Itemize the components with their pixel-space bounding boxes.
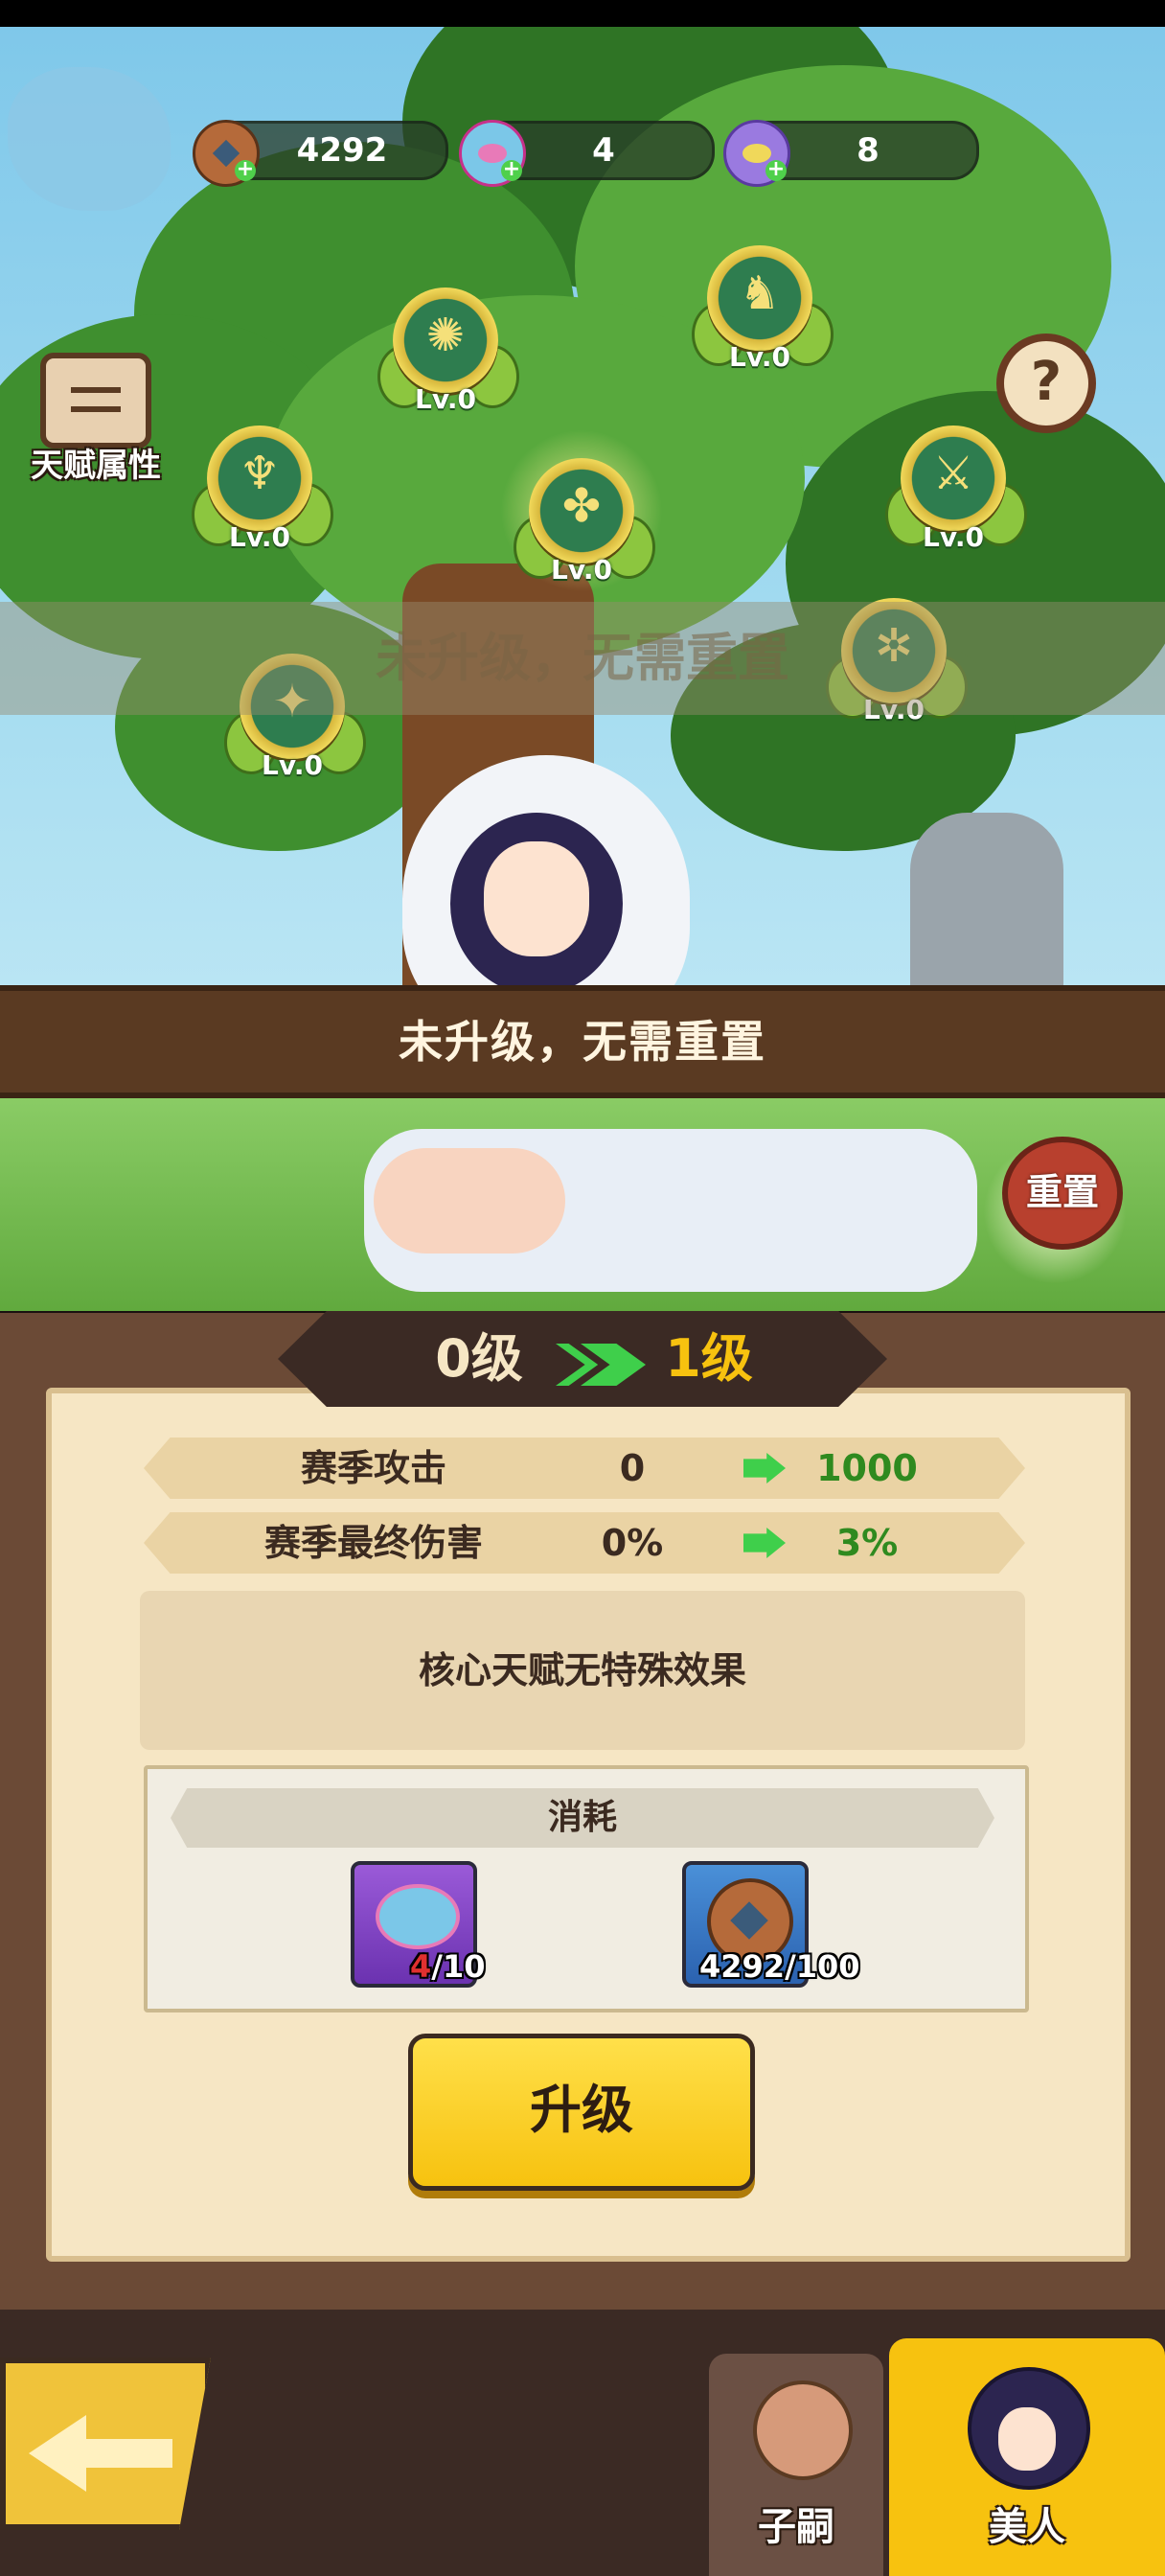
- beast-emblem-icon: ✺: [425, 309, 466, 362]
- talent-node-horse[interactable]: ♞ Lv.0: [692, 245, 834, 373]
- talent-node-level: Lv.0: [729, 341, 790, 373]
- talent-node-swords[interactable]: ⚔ Lv.0: [885, 426, 1027, 553]
- stat-next: 1000: [816, 1447, 918, 1489]
- toast-fading-text: 未升级，无需重置: [376, 628, 789, 688]
- effect-description: 核心天赋无特殊效果: [418, 1649, 746, 1691]
- resource-purple-butterfly-value: 8: [857, 131, 879, 170]
- add-icon[interactable]: +: [235, 159, 256, 181]
- talent-node-core[interactable]: ✤ Lv.0: [500, 429, 663, 592]
- resource-butterfly[interactable]: + 4: [459, 120, 715, 187]
- upgrade-button-label: 升级: [530, 2080, 633, 2140]
- baby-icon: [753, 2380, 853, 2480]
- bag-icon[interactable]: [8, 67, 171, 211]
- stat-current: 0: [619, 1447, 646, 1489]
- current-level: 0级: [435, 1328, 523, 1389]
- resource-coin[interactable]: + 4292: [193, 120, 448, 187]
- cost-title: 消耗: [547, 1798, 617, 1837]
- stat-next: 3%: [835, 1522, 899, 1564]
- help-button[interactable]: ?: [996, 334, 1096, 433]
- talent-node-top-left[interactable]: ✺ Lv.0: [377, 288, 519, 415]
- trident-icon: ♆: [239, 447, 281, 500]
- beauty-avatar-icon: [968, 2367, 1090, 2490]
- tab-heir-label: 子嗣: [758, 2505, 834, 2549]
- status-bar: [0, 0, 1165, 27]
- talent-node-level: Lv.0: [229, 521, 290, 553]
- cost-required: /100: [785, 1948, 860, 1985]
- cost-count: 4/10: [410, 1945, 485, 1988]
- horse-icon: ♞: [739, 266, 781, 320]
- next-level: 1级: [665, 1328, 753, 1389]
- cost-required: /10: [431, 1948, 486, 1985]
- talent-node-level: Lv.0: [923, 521, 984, 553]
- cost-count: 4292/100: [699, 1945, 860, 1988]
- beetle-emblem-icon: ✤: [561, 479, 602, 533]
- character-face: [484, 841, 589, 956]
- crossed-swords-icon: ⚔: [932, 447, 974, 500]
- resource-purple-butterfly[interactable]: + 8: [723, 120, 979, 187]
- talent-node-level: Lv.0: [415, 383, 476, 415]
- add-icon[interactable]: +: [501, 159, 522, 181]
- tab-beauty-label: 美人: [989, 2505, 1065, 2549]
- stat-name: 赛季最终伤害: [263, 1522, 483, 1564]
- talent-node-level: Lv.0: [262, 749, 323, 781]
- character-legs: [374, 1148, 565, 1254]
- stat-current: 0%: [601, 1522, 664, 1564]
- talent-attr-label: 天赋属性: [31, 447, 161, 485]
- talent-node-trident[interactable]: ♆ Lv.0: [192, 426, 333, 553]
- talent-attr-button[interactable]: [40, 353, 151, 448]
- talent-node-level: Lv.0: [551, 554, 612, 586]
- cost-owned: 4292: [699, 1948, 786, 1985]
- message-banner-text: 未升级，无需重置: [399, 1016, 766, 1068]
- resource-coin-value: 4292: [296, 131, 388, 170]
- butterfly-ornament-icon: [376, 1884, 460, 1949]
- add-icon[interactable]: +: [765, 159, 787, 181]
- resource-butterfly-value: 4: [592, 131, 615, 170]
- reset-button[interactable]: 重置: [1002, 1137, 1123, 1250]
- stat-name: 赛季攻击: [300, 1447, 446, 1489]
- cost-owned: 4: [410, 1948, 432, 1985]
